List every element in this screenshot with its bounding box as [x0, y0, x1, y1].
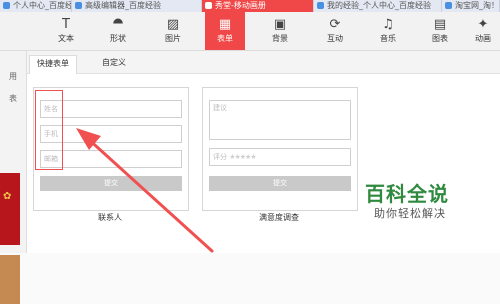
watermark-subtitle: 助你轻松解决 [374, 207, 446, 220]
watermark-title: 百科全说 [365, 182, 449, 206]
template-thumbnail[interactable] [0, 255, 20, 304]
